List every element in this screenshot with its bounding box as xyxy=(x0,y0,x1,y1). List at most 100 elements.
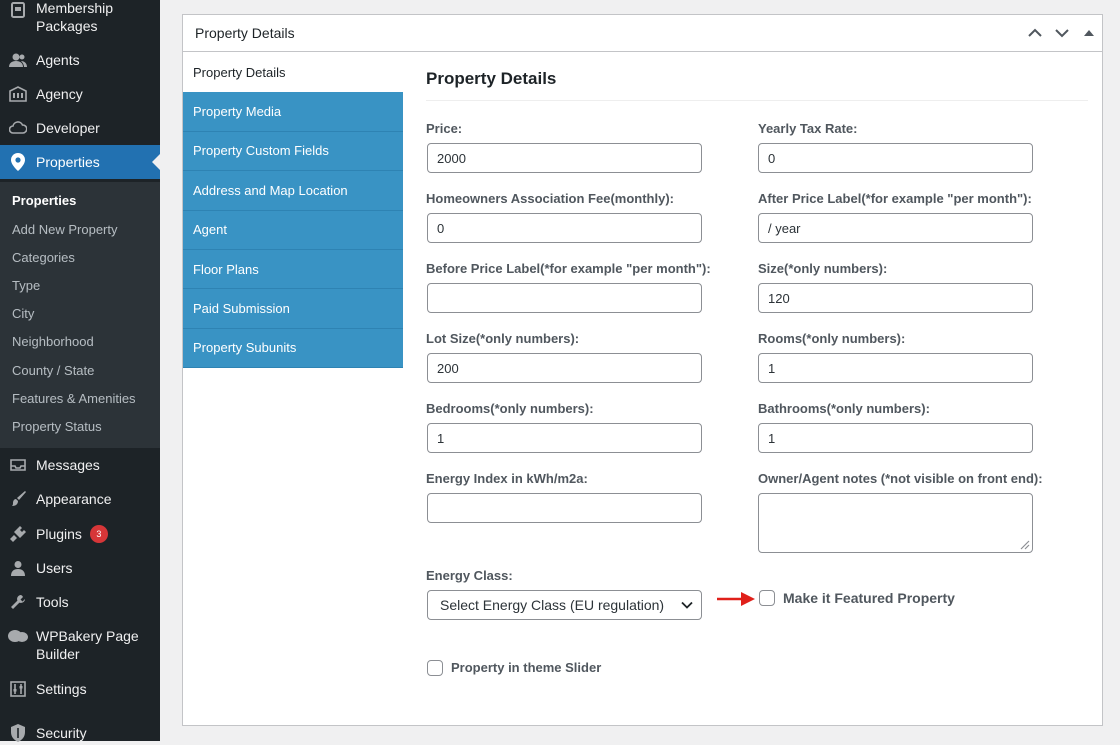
bathrooms-label: Bathrooms(*only numbers): xyxy=(758,401,930,416)
rooms-label: Rooms(*only numbers): xyxy=(758,331,906,346)
after-price-input[interactable] xyxy=(758,213,1033,243)
menu-label: Settings xyxy=(36,681,87,697)
menu-label: WPBakery Page Builder xyxy=(36,628,139,662)
menu-label: Developer xyxy=(36,120,100,136)
red-arrow-icon xyxy=(717,592,755,606)
owner-notes-label: Owner/Agent notes (*not visible on front… xyxy=(758,471,1043,486)
chevron-down-icon xyxy=(1054,29,1069,38)
slider-checkbox[interactable] xyxy=(427,660,443,676)
slider-label[interactable]: Property in theme Slider xyxy=(451,660,601,675)
menu-label: Plugins xyxy=(36,526,82,542)
menu-label: Agency xyxy=(36,86,83,102)
submenu-features-amenities[interactable]: Features & Amenities xyxy=(12,391,136,406)
inbox-icon xyxy=(0,457,36,473)
submenu-city[interactable]: City xyxy=(12,306,34,321)
hoa-fee-input[interactable] xyxy=(427,213,702,243)
wrench-icon xyxy=(0,594,36,610)
menu-label: Agents xyxy=(36,52,80,68)
bedrooms-input[interactable] xyxy=(427,423,702,453)
before-price-label: Before Price Label(*for example "per mon… xyxy=(426,261,711,276)
tab-property-custom-fields[interactable]: Property Custom Fields xyxy=(183,131,403,172)
submenu-categories[interactable]: Categories xyxy=(12,250,75,265)
form-title: Property Details xyxy=(426,69,557,88)
energy-index-label: Energy Index in kWh/m2a: xyxy=(426,471,588,486)
user-icon xyxy=(0,560,36,576)
property-details-postbox: Property Details Property Details Proper… xyxy=(182,14,1103,726)
toggle-panel-button[interactable] xyxy=(1075,15,1102,51)
sliders-icon xyxy=(0,681,36,697)
submenu-county-state[interactable]: County / State xyxy=(12,363,94,378)
tab-property-media[interactable]: Property Media xyxy=(183,92,403,132)
menu-messages[interactable]: Messages xyxy=(0,453,160,477)
after-price-label: After Price Label(*for example "per mont… xyxy=(758,191,1032,206)
energy-class-selected: Select Energy Class (EU regulation) xyxy=(440,597,665,613)
menu-tools[interactable]: Tools xyxy=(0,590,160,614)
submenu-neighborhood[interactable]: Neighborhood xyxy=(12,334,94,349)
cloud-icon xyxy=(0,120,36,136)
price-input[interactable] xyxy=(427,143,702,173)
rooms-input[interactable] xyxy=(758,353,1033,383)
tab-property-details[interactable]: Property Details xyxy=(183,53,403,93)
menu-users[interactable]: Users xyxy=(0,556,160,580)
move-up-button[interactable] xyxy=(1021,15,1048,51)
plugin-icon xyxy=(0,525,36,543)
tab-agent[interactable]: Agent xyxy=(183,210,403,250)
tab-address-map-location[interactable]: Address and Map Location xyxy=(183,171,403,211)
tab-floor-plans[interactable]: Floor Plans xyxy=(183,249,403,290)
menu-label: Users xyxy=(36,560,73,576)
resize-grip-icon[interactable] xyxy=(1019,539,1030,550)
menu-label: Properties xyxy=(36,154,100,170)
menu-label: Tools xyxy=(36,594,69,610)
page-icon xyxy=(0,2,36,18)
menu-label: Messages xyxy=(36,457,100,473)
hoa-fee-label: Homeowners Association Fee(monthly): xyxy=(426,191,674,206)
size-label: Size(*only numbers): xyxy=(758,261,888,276)
form-divider xyxy=(426,100,1088,101)
location-pin-icon xyxy=(0,153,36,171)
postbox-title: Property Details xyxy=(195,25,295,41)
chevron-up-icon xyxy=(1027,28,1042,37)
menu-agents[interactable]: Agents xyxy=(0,48,160,72)
yearly-tax-input[interactable] xyxy=(758,143,1033,173)
submenu-add-new-property[interactable]: Add New Property xyxy=(12,222,118,237)
price-label: Price: xyxy=(426,121,463,136)
featured-label[interactable]: Make it Featured Property xyxy=(783,590,955,606)
menu-security[interactable]: Security xyxy=(0,721,160,745)
bathrooms-input[interactable] xyxy=(758,423,1033,453)
postbox-header: Property Details xyxy=(183,15,1102,52)
property-tabs: Property Details Property Media Property… xyxy=(183,53,403,369)
postbox-controls xyxy=(1021,15,1102,51)
menu-membership-packages[interactable]: Membership Packages xyxy=(0,0,160,36)
menu-developer[interactable]: Developer xyxy=(0,116,160,140)
wpbakery-icon xyxy=(0,629,36,643)
menu-appearance[interactable]: Appearance xyxy=(0,487,160,511)
current-menu-arrow xyxy=(152,154,160,170)
submenu-properties[interactable]: Properties xyxy=(12,193,76,208)
menu-plugins[interactable]: Plugins 3 xyxy=(0,522,160,546)
lot-size-label: Lot Size(*only numbers): xyxy=(426,331,580,346)
paintbrush-icon xyxy=(0,490,36,508)
energy-class-select[interactable]: Select Energy Class (EU regulation) xyxy=(427,590,702,620)
admin-sidebar: Membership Packages Agents Agency Develo… xyxy=(0,0,160,742)
size-input[interactable] xyxy=(758,283,1033,313)
shield-icon xyxy=(0,724,36,742)
update-count-badge: 3 xyxy=(89,525,108,543)
submenu-type[interactable]: Type xyxy=(12,278,40,293)
tab-paid-submission[interactable]: Paid Submission xyxy=(183,289,403,329)
menu-properties[interactable]: Properties xyxy=(0,145,160,179)
lot-size-input[interactable] xyxy=(427,353,702,383)
menu-label: Security xyxy=(36,725,87,741)
move-down-button[interactable] xyxy=(1048,15,1075,51)
before-price-input[interactable] xyxy=(427,283,702,313)
menu-settings[interactable]: Settings xyxy=(0,677,160,701)
energy-index-input[interactable] xyxy=(427,493,702,523)
energy-class-label: Energy Class: xyxy=(426,568,513,583)
submenu-property-status[interactable]: Property Status xyxy=(12,419,102,434)
menu-label: Membership Packages xyxy=(36,0,114,34)
featured-checkbox[interactable] xyxy=(759,590,775,606)
tab-property-subunits[interactable]: Property Subunits xyxy=(183,328,403,369)
owner-notes-textarea[interactable] xyxy=(758,493,1033,553)
menu-wpbakery[interactable]: WPBakery Page Builder xyxy=(0,627,160,665)
menu-agency[interactable]: Agency xyxy=(0,82,160,106)
users-icon xyxy=(0,52,36,68)
